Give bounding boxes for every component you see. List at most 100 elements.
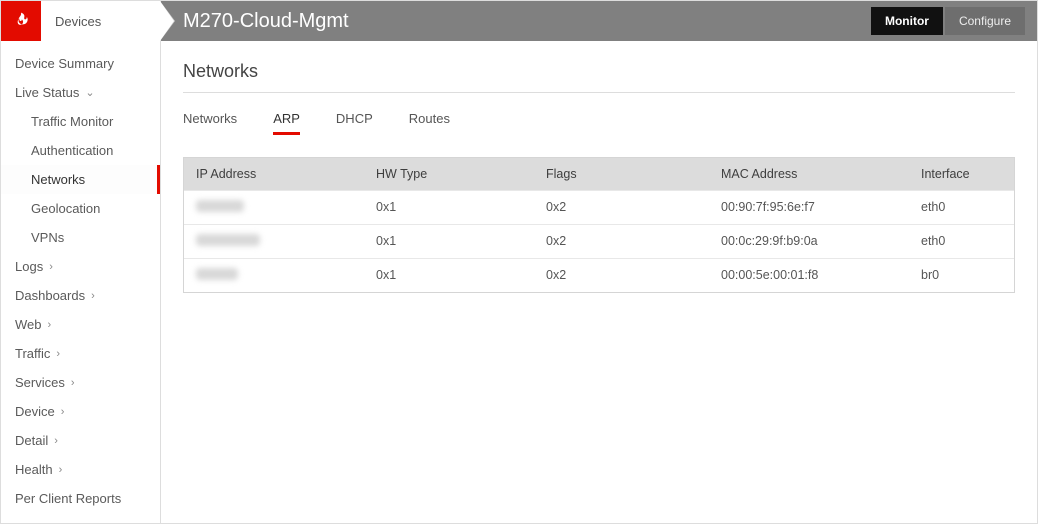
chevron-right-icon: › — [61, 406, 65, 418]
chevron-right-icon: › — [48, 319, 52, 331]
cell-value: 0x2 — [546, 234, 566, 248]
table-row[interactable]: 0x1 0x2 00:00:5e:00:01:f8 br0 — [184, 259, 1014, 292]
sidebar-devices-tab[interactable]: Devices — [41, 1, 160, 41]
column-header-label: HW Type — [376, 167, 427, 181]
chevron-right-icon: › — [91, 290, 95, 302]
sidebar-item-logs[interactable]: Logs› — [1, 252, 160, 281]
cell-flags: 0x2 — [534, 259, 709, 292]
topbar: M270-Cloud-Mgmt Monitor Configure — [161, 1, 1037, 41]
column-header[interactable]: HW Type — [364, 158, 534, 190]
table-row[interactable]: 0x1 0x2 00:90:7f:95:6e:f7 eth0 — [184, 191, 1014, 225]
cell-interface: br0 — [909, 259, 1014, 292]
sidebar-item-label: Detail — [15, 433, 48, 448]
cell-value: eth0 — [921, 234, 945, 248]
brand-fire-icon — [1, 1, 41, 41]
sidebar-item-dashboards[interactable]: Dashboards › — [1, 281, 160, 310]
sidebar-item-detail[interactable]: Detail › — [1, 426, 160, 455]
sidebar-item-traffic-monitor[interactable]: Traffic Monitor — [1, 107, 160, 136]
sidebar-item-vpns[interactable]: VPNs — [1, 223, 160, 252]
sidebar-item-health[interactable]: Health› — [1, 455, 160, 484]
tab-label: ARP — [273, 111, 300, 126]
column-header[interactable]: MAC Address — [709, 158, 909, 190]
configure-button[interactable]: Configure — [945, 7, 1025, 35]
column-header[interactable]: IP Address — [184, 158, 364, 190]
tab-dhcp[interactable]: DHCP — [336, 111, 373, 135]
sidebar-top: Devices — [1, 1, 160, 41]
sidebar-item-label: Device — [15, 404, 55, 419]
sidebar-item-traffic[interactable]: Traffic › — [1, 339, 160, 368]
chevron-down-icon: ⌄ — [85, 86, 94, 99]
cell-value: 0x1 — [376, 234, 396, 248]
column-header-label: Flags — [546, 167, 577, 181]
cell-hw-type: 0x1 — [364, 259, 534, 292]
sidebar-item-per-client-reports[interactable]: Per Client Reports — [1, 484, 160, 513]
sidebar-item-live-status[interactable]: Live Status ⌄ — [1, 78, 160, 107]
cell-value: 00:0c:29:9f:b9:0a — [721, 234, 818, 248]
table-row[interactable]: 0x1 0x2 00:0c:29:9f:b9:0a eth0 — [184, 225, 1014, 259]
sidebar-item-device-summary[interactable]: Device Summary — [1, 49, 160, 78]
sidebar-item-authentication[interactable]: Authentication — [1, 136, 160, 165]
configure-button-label: Configure — [959, 14, 1011, 28]
chevron-right-icon: › — [54, 435, 58, 447]
tab-label: Networks — [183, 111, 237, 126]
cell-ip-address — [184, 259, 364, 292]
chevron-right-icon: › — [71, 377, 75, 389]
sidebar-devices-label: Devices — [55, 14, 101, 29]
sidebar-item-label: Dashboards — [15, 288, 85, 303]
column-header-label: Interface — [921, 167, 970, 181]
page-heading: Networks — [183, 61, 1015, 93]
cell-mac-address: 00:0c:29:9f:b9:0a — [709, 225, 909, 258]
chevron-right-icon: › — [56, 348, 60, 360]
sidebar-item-networks[interactable]: Networks — [1, 165, 160, 194]
sidebar-item-geolocation[interactable]: Geolocation — [1, 194, 160, 223]
monitor-button[interactable]: Monitor — [871, 7, 943, 35]
sidebar-item-label: Geolocation — [31, 201, 100, 216]
tab-bar: Networks ARP DHCP Routes — [183, 111, 1015, 135]
redacted-ip — [196, 200, 244, 212]
column-header[interactable]: Flags — [534, 158, 709, 190]
cell-interface: eth0 — [909, 225, 1014, 258]
cell-value: 00:90:7f:95:6e:f7 — [721, 200, 815, 214]
cell-ip-address — [184, 225, 364, 258]
table-header: IP Address HW Type Flags MAC Address Interfa… — [184, 158, 1014, 191]
tab-arp[interactable]: ARP — [273, 111, 300, 135]
cell-flags: 0x2 — [534, 225, 709, 258]
sidebar-item-label: Authentication — [31, 143, 113, 158]
sidebar-item-label: Logs — [15, 259, 43, 274]
sidebar-item-label: Services — [15, 375, 65, 390]
cell-hw-type: 0x1 — [364, 191, 534, 224]
tab-networks[interactable]: Networks — [183, 111, 237, 135]
sidebar-item-label: Live Status — [15, 85, 79, 100]
arp-table: IP Address HW Type Flags MAC Address Interfa… — [183, 157, 1015, 293]
sidebar-item-label: Web — [15, 317, 42, 332]
cell-mac-address: 00:90:7f:95:6e:f7 — [709, 191, 909, 224]
sidebar-item-web[interactable]: Web › — [1, 310, 160, 339]
sidebar-item-device[interactable]: Device › — [1, 397, 160, 426]
column-header[interactable]: Interface — [909, 158, 1014, 190]
sidebar-item-label: Health — [15, 462, 53, 477]
cell-value: 0x2 — [546, 200, 566, 214]
monitor-button-label: Monitor — [885, 14, 929, 28]
sidebar-item-label: Networks — [31, 172, 85, 187]
column-header-label: IP Address — [196, 167, 256, 181]
cell-ip-address — [184, 191, 364, 224]
content: Networks Networks ARP DHCP Routes IP Addres… — [161, 41, 1037, 313]
sidebar-item-services[interactable]: Services › — [1, 368, 160, 397]
cell-value: 0x2 — [546, 268, 566, 282]
sidebar-item-label: Traffic Monitor — [31, 114, 113, 129]
cell-value: 00:00:5e:00:01:f8 — [721, 268, 818, 282]
cell-interface: eth0 — [909, 191, 1014, 224]
tab-label: Routes — [409, 111, 450, 126]
cell-hw-type: 0x1 — [364, 225, 534, 258]
sidebar-item-label: VPNs — [31, 230, 64, 245]
cell-value: br0 — [921, 268, 939, 282]
tab-routes[interactable]: Routes — [409, 111, 450, 135]
column-header-label: MAC Address — [721, 167, 797, 181]
cell-flags: 0x2 — [534, 191, 709, 224]
main: M270-Cloud-Mgmt Monitor Configure Networ… — [161, 1, 1037, 523]
tab-label: DHCP — [336, 111, 373, 126]
redacted-ip — [196, 234, 260, 246]
sidebar-item-label: Traffic — [15, 346, 50, 361]
sidebar-item-label: Per Client Reports — [15, 491, 121, 506]
sidebar-nav: Device Summary Live Status ⌄ Traffic Monito… — [1, 41, 160, 513]
